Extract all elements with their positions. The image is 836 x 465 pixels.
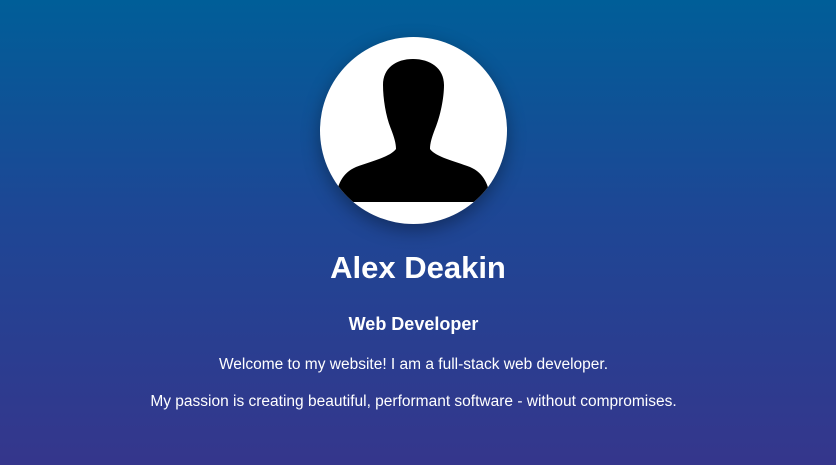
- passion-text: My passion is creating beautiful, perfor…: [150, 393, 677, 410]
- profile-page: Alex Deakin Web Developer Welcome to my …: [0, 0, 836, 465]
- welcome-text: Welcome to my website! I am a full-stack…: [218, 356, 609, 373]
- avatar: [320, 37, 507, 224]
- profile-name: Alex Deakin: [330, 250, 506, 285]
- person-silhouette-icon: [335, 59, 491, 202]
- profile-role: Web Developer: [348, 314, 479, 334]
